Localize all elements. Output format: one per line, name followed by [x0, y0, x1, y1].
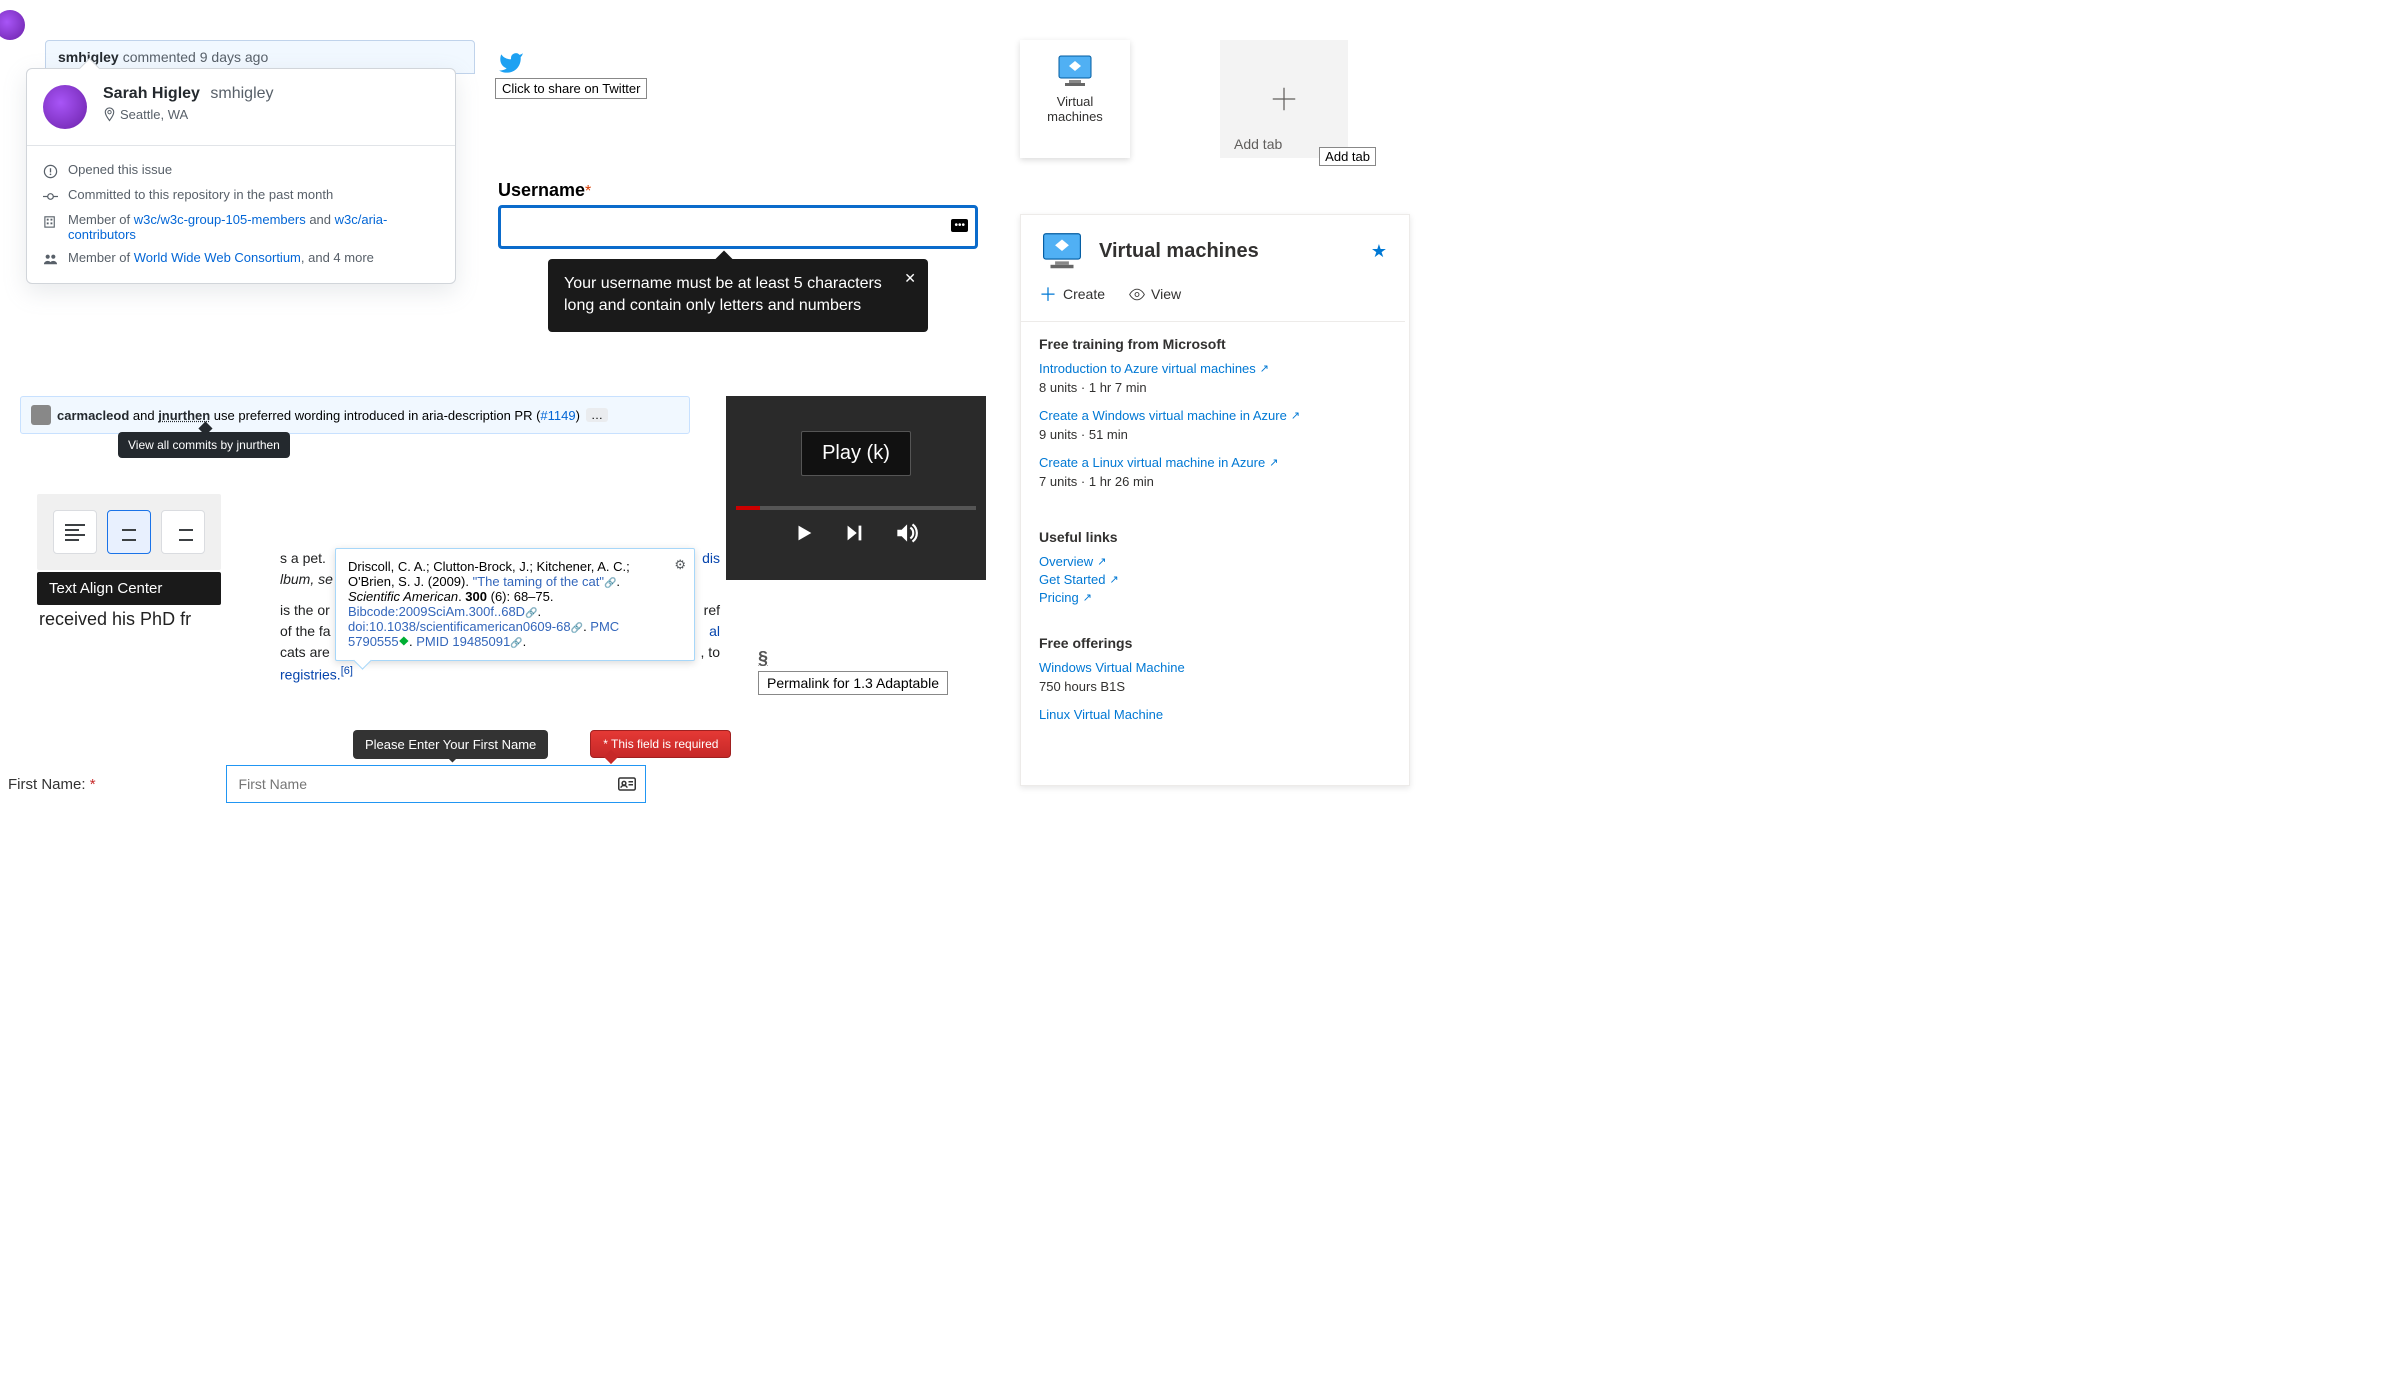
footnote-link[interactable]: [6]	[341, 665, 353, 677]
external-icon: ↗	[1291, 409, 1300, 422]
next-icon[interactable]	[843, 522, 865, 544]
username-label: Username*	[498, 183, 591, 200]
hover-username[interactable]: smhigley	[210, 85, 273, 102]
training-link[interactable]: Create a Linux virtual machine in Azure …	[1039, 455, 1278, 470]
align-center-button[interactable]	[107, 510, 151, 554]
panel-title: Virtual machines	[1099, 240, 1259, 263]
twitter-icon[interactable]	[495, 50, 527, 76]
training-link[interactable]: Create a Windows virtual machine in Azur…	[1039, 408, 1300, 423]
star-icon[interactable]: ★	[1371, 241, 1387, 262]
hover-member1: Member of w3c/w3c-group-105-members and …	[68, 212, 439, 242]
align-tooltip: Text Align Center	[37, 572, 221, 605]
azure-tiles-row: Virtual machines Add tab Add tab	[1020, 40, 1348, 158]
azure-vm-tile[interactable]: Virtual machines	[1020, 40, 1130, 158]
avatar[interactable]	[43, 85, 87, 129]
first-name-label: First Name: *	[8, 776, 96, 793]
commit-author[interactable]: jnurthen	[158, 408, 210, 423]
offering-link[interactable]: Linux Virtual Machine	[1039, 707, 1163, 722]
hover-member2: Member of World Wide Web Consortium, and…	[68, 250, 374, 265]
issue-icon	[43, 164, 58, 179]
play-button-tooltip: Play (k)	[801, 431, 911, 476]
hover-opened: Opened this issue	[68, 162, 172, 177]
twitter-share: Click to share on Twitter	[495, 50, 647, 99]
align-left-button[interactable]	[53, 510, 97, 554]
pmid-label[interactable]: PMID	[416, 634, 449, 649]
username-field-group: Username* ••• Your username must be at l…	[498, 180, 978, 332]
people-icon	[43, 252, 58, 267]
pr-link[interactable]: #1149	[540, 408, 575, 423]
commit-icon	[43, 189, 58, 204]
doi-label[interactable]: doi:	[348, 619, 369, 634]
plus-icon	[1269, 84, 1299, 114]
username-input[interactable]	[498, 205, 978, 249]
offering-link[interactable]: Windows Virtual Machine	[1039, 660, 1185, 675]
avatar[interactable]	[31, 405, 51, 425]
text-align-group: Text Align Center received his PhD fr	[37, 494, 221, 630]
pmc-label[interactable]: PMC	[590, 619, 619, 634]
truncated-text: received his PhD fr	[37, 609, 221, 630]
bibcode-link[interactable]: 2009SciAm.300f..68D	[399, 604, 525, 619]
azure-add-tab-tile[interactable]: Add tab Add tab	[1220, 40, 1348, 158]
azure-details-panel: Virtual machines ★ ＋Create View Free tra…	[1020, 214, 1410, 786]
first-name-input[interactable]	[226, 765, 646, 803]
doi-link[interactable]: 10.1038/scientificamerican0609-68	[369, 619, 571, 634]
align-right-button[interactable]	[161, 510, 205, 554]
gear-icon[interactable]: ⚙	[674, 557, 686, 573]
ellipsis-button[interactable]: …	[586, 408, 608, 422]
section-heading: Free training from Microsoft	[1039, 336, 1387, 352]
org-icon	[43, 214, 58, 229]
password-reveal-icon[interactable]: •••	[951, 219, 968, 232]
twitter-tooltip: Click to share on Twitter	[495, 78, 647, 99]
reference-popup: ⚙ Driscoll, C. A.; Clutton-Brock, J.; Ki…	[335, 548, 695, 661]
bibcode-label[interactable]: Bibcode:	[348, 604, 399, 619]
section-heading: Useful links	[1039, 529, 1387, 545]
avatar[interactable]	[0, 10, 25, 40]
permalink-tooltip: Permalink for 1.3 Adaptable	[758, 671, 948, 695]
field-hint-tooltip: Please Enter Your First Name	[353, 730, 548, 759]
permalink-group: § Permalink for 1.3 Adaptable	[758, 648, 948, 695]
section-icon[interactable]: §	[758, 648, 948, 669]
username-hint-tooltip: Your username must be at least 5 charact…	[548, 259, 928, 332]
external-icon: ↗	[1097, 555, 1106, 568]
useful-link[interactable]: Pricing ↗	[1039, 590, 1092, 605]
comment-time: commented 9 days ago	[123, 49, 269, 65]
create-button[interactable]: ＋Create	[1039, 281, 1105, 307]
close-icon[interactable]: ✕	[904, 269, 916, 289]
user-hovercard: Sarah Higley smhigley Seattle, WA Opened…	[26, 68, 456, 284]
external-icon: ↗	[1109, 573, 1118, 586]
add-tab-tooltip: Add tab	[1319, 147, 1376, 166]
useful-link[interactable]: Overview ↗	[1039, 554, 1106, 569]
hover-location: Seattle, WA	[103, 107, 274, 122]
first-name-form: Please Enter Your First Name * This fiel…	[8, 730, 798, 803]
video-player[interactable]: Play (k)	[726, 396, 986, 580]
hover-committed: Committed to this repository in the past…	[68, 187, 333, 202]
vm-icon	[1039, 231, 1085, 271]
external-icon: ↗	[1260, 362, 1269, 375]
play-icon[interactable]	[793, 522, 815, 544]
section-heading: Free offerings	[1039, 635, 1387, 651]
github-comment-header: smhigley commented 9 days ago	[45, 10, 475, 74]
contact-card-icon[interactable]	[618, 777, 636, 791]
commit-message-row: carmacleod and jnurthen use preferred wo…	[20, 396, 690, 434]
commit-author[interactable]: carmacleod	[57, 408, 129, 423]
video-scrubber[interactable]	[736, 506, 975, 510]
location-icon	[103, 107, 116, 122]
commit-hover-tooltip: View all commits by jnurthen	[118, 432, 290, 458]
hover-fullname[interactable]: Sarah Higley	[103, 85, 200, 102]
useful-link[interactable]: Get Started ↗	[1039, 572, 1119, 587]
plus-icon: ＋	[1039, 281, 1057, 307]
align-toolbar	[37, 494, 221, 570]
view-button[interactable]: View	[1129, 286, 1181, 302]
wiki-reference-area: s a pet.dis lbum, se is the orref of the…	[280, 548, 720, 686]
view-icon	[1129, 288, 1145, 301]
pmc-link[interactable]: 5790555	[348, 634, 399, 649]
training-link[interactable]: Introduction to Azure virtual machines ↗	[1039, 361, 1269, 376]
pmid-link[interactable]: 19485091	[449, 634, 510, 649]
external-icon: ↗	[1269, 456, 1278, 469]
external-icon: ↗	[1083, 591, 1092, 604]
reference-title-link[interactable]: "The taming of the cat"	[473, 574, 604, 589]
vm-icon	[1055, 54, 1095, 88]
volume-icon[interactable]	[893, 520, 919, 546]
field-error-tooltip: * This field is required	[590, 730, 731, 758]
